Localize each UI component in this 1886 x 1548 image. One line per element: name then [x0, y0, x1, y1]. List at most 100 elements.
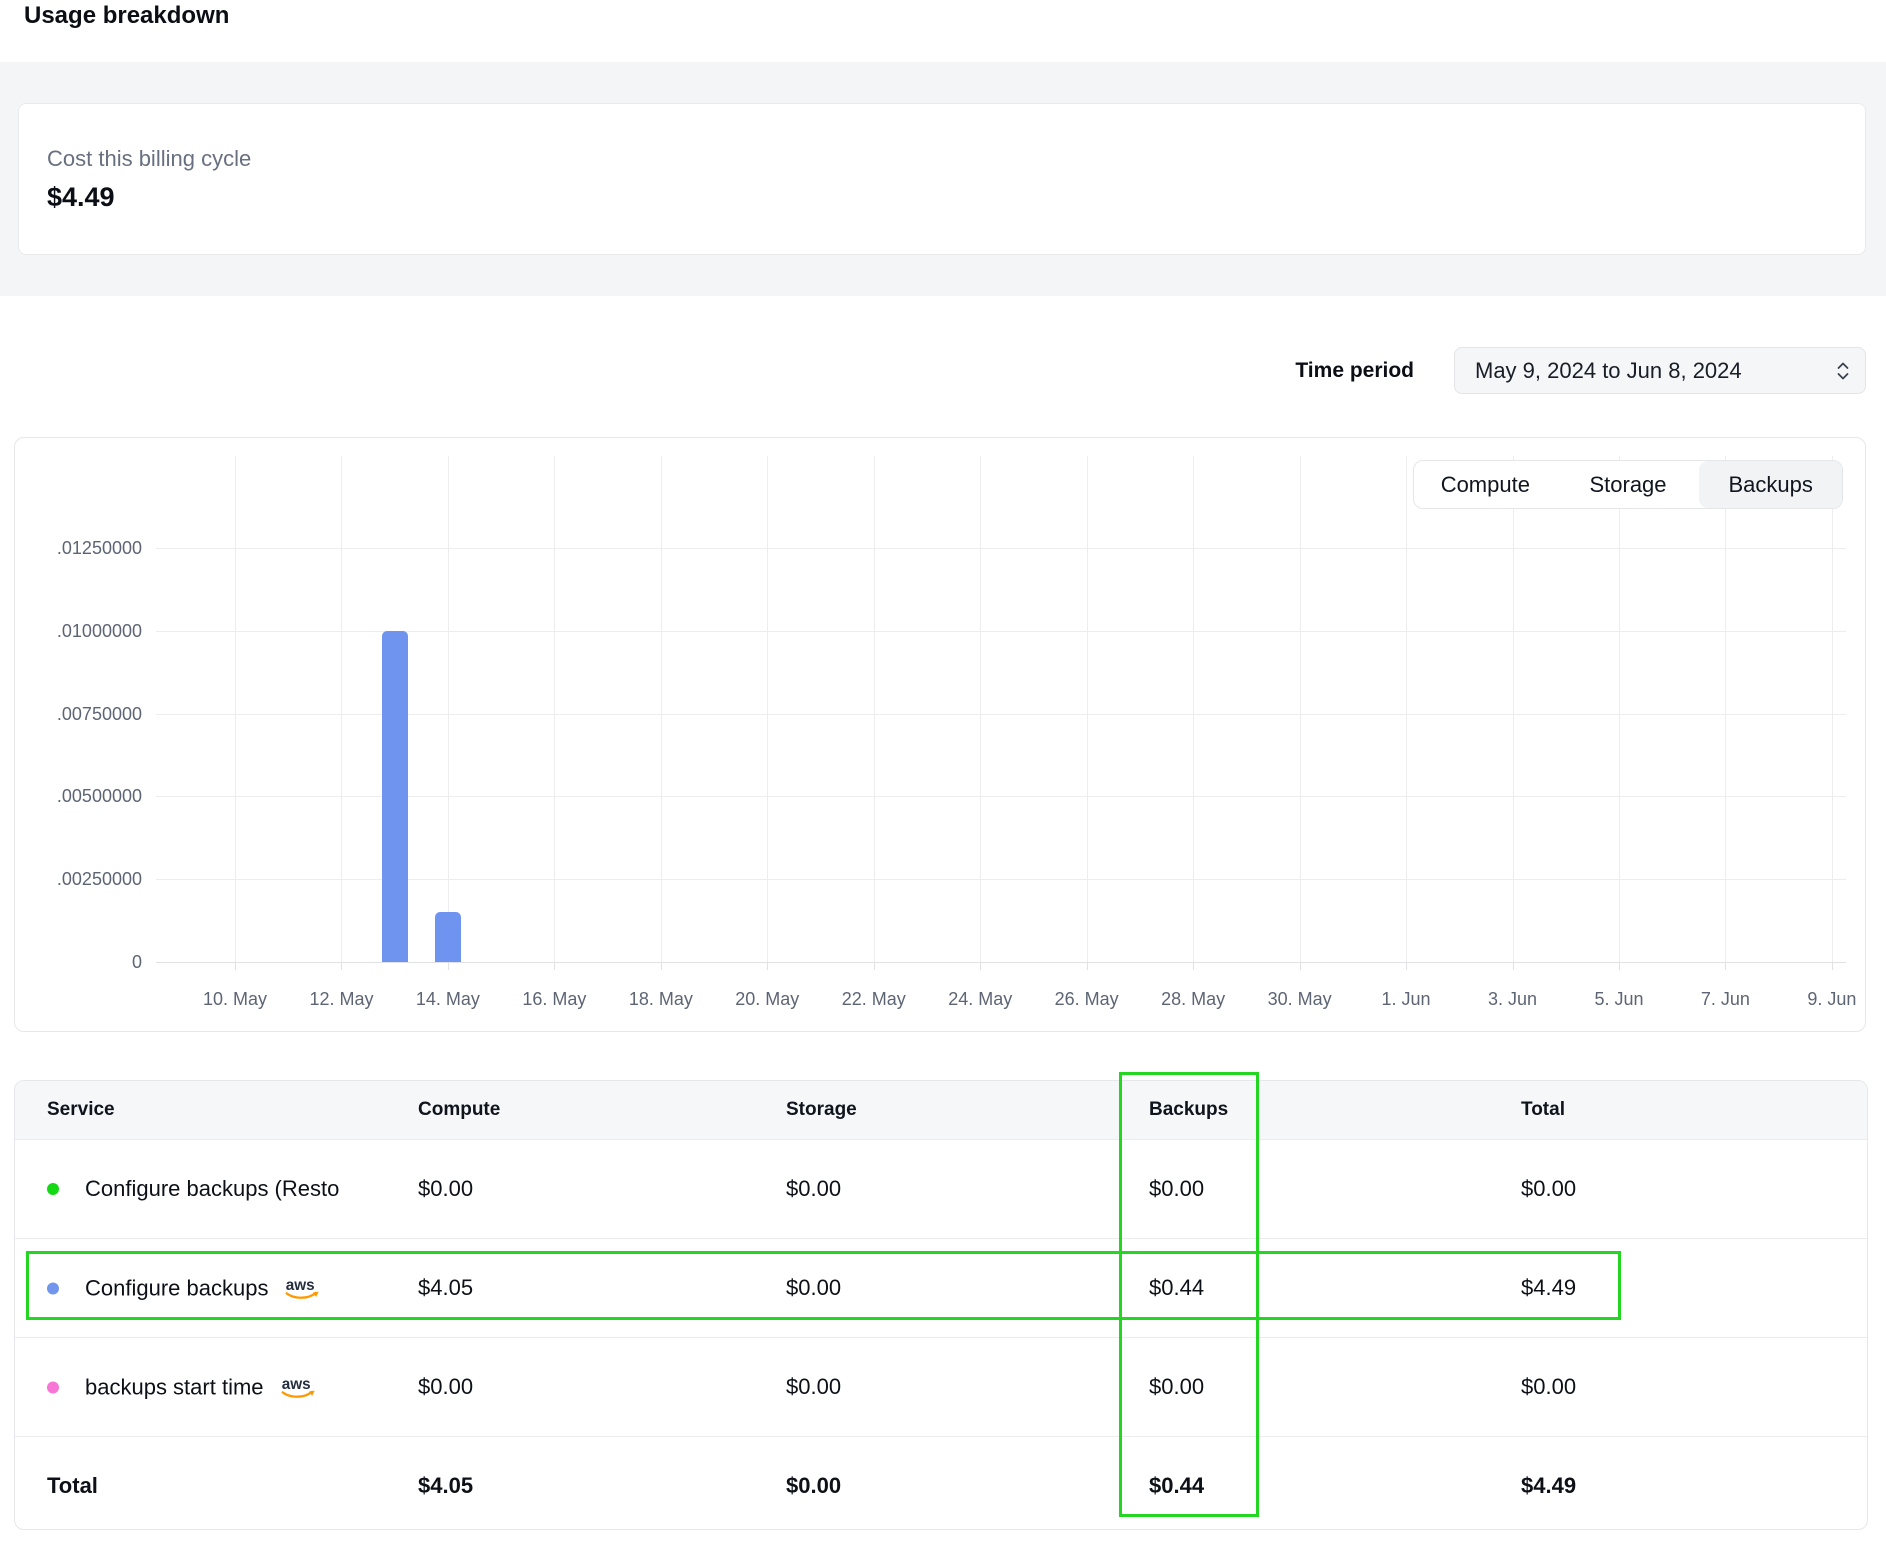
compute-cost-cell: $0.00: [418, 1374, 473, 1400]
axis-tick: [980, 962, 981, 970]
x-tick-label: 16. May: [506, 989, 602, 1010]
grand-total-cell: $4.49: [1521, 1473, 1576, 1499]
storage-cost-cell: $0.00: [786, 1374, 841, 1400]
tab-storage[interactable]: Storage: [1557, 461, 1700, 508]
x-tick-label: 9. Jun: [1784, 989, 1880, 1010]
page-title: Usage breakdown: [24, 2, 229, 30]
y-tick-label: .01000000: [26, 620, 142, 642]
gridline: [874, 456, 875, 962]
y-tick-label: .01250000: [26, 537, 142, 559]
gridline: [1087, 456, 1088, 962]
axis-tick: [767, 962, 768, 970]
total-row-label: Total: [47, 1473, 98, 1499]
table-row: backups start time aws $0.00 $0.00 $0.00…: [15, 1337, 1867, 1436]
backups-total-cell: $0.44: [1149, 1473, 1204, 1499]
tab-backups[interactable]: Backups: [1699, 461, 1842, 508]
gridline: [156, 796, 1846, 797]
svg-text:aws: aws: [286, 1277, 315, 1294]
compute-total-cell: $4.05: [418, 1473, 473, 1499]
table-row: Configure backups (Resto $0.00 $0.00 $0.…: [15, 1139, 1867, 1238]
axis-tick: [661, 962, 662, 970]
col-header-service: Service: [47, 1099, 115, 1121]
gridline: [1300, 456, 1301, 962]
compute-cost-cell: $0.00: [418, 1176, 473, 1202]
gridline: [1513, 456, 1514, 962]
gridline: [661, 456, 662, 962]
table-total-row: Total $4.05 $0.00 $0.44 $4.49: [15, 1436, 1867, 1530]
x-tick-label: 28. May: [1145, 989, 1241, 1010]
time-period-row: Time period May 9, 2024 to Jun 8, 2024: [0, 347, 1886, 394]
total-cost-cell: $4.49: [1521, 1275, 1576, 1301]
axis-tick: [1513, 962, 1514, 970]
x-tick-label: 14. May: [400, 989, 496, 1010]
usage-table: Service Compute Storage Backups Total Co…: [14, 1080, 1868, 1530]
gridline: [1406, 456, 1407, 962]
usage-chart-card: 10. May12. May14. May16. May18. May20. M…: [14, 437, 1866, 1032]
y-tick-label: .00250000: [26, 868, 142, 890]
billing-usage-page: Usage breakdown Cost this billing cycle …: [0, 0, 1886, 1548]
backups-cost-cell: $0.00: [1149, 1176, 1204, 1202]
gridline: [156, 714, 1846, 715]
gridline: [1832, 456, 1833, 962]
usage-bar-chart: 10. May12. May14. May16. May18. May20. M…: [15, 438, 1865, 1031]
time-period-select[interactable]: May 9, 2024 to Jun 8, 2024: [1454, 347, 1866, 394]
series-color-dot: [47, 1282, 59, 1294]
axis-tick: [1619, 962, 1620, 970]
svg-text:aws: aws: [281, 1376, 310, 1393]
x-tick-label: 24. May: [932, 989, 1028, 1010]
series-color-dot: [47, 1183, 59, 1195]
x-tick-label: 30. May: [1252, 989, 1348, 1010]
gridline: [554, 456, 555, 962]
col-header-backups: Backups: [1149, 1099, 1228, 1121]
y-tick-label: .00500000: [26, 785, 142, 807]
cost-summary-band: Cost this billing cycle $4.49: [0, 62, 1886, 296]
x-tick-label: 22. May: [826, 989, 922, 1010]
axis-tick: [235, 962, 236, 970]
axis-tick: [1725, 962, 1726, 970]
storage-cost-cell: $0.00: [786, 1176, 841, 1202]
time-period-label: Time period: [1295, 359, 1414, 383]
gridline: [767, 456, 768, 962]
chart-bar: [382, 631, 408, 962]
axis-tick: [1406, 962, 1407, 970]
total-cost-cell: $0.00: [1521, 1176, 1576, 1202]
backups-cost-cell: $0.00: [1149, 1374, 1204, 1400]
tab-compute[interactable]: Compute: [1414, 461, 1557, 508]
axis-tick: [1193, 962, 1194, 970]
time-period-value: May 9, 2024 to Jun 8, 2024: [1475, 358, 1742, 384]
col-header-compute: Compute: [418, 1099, 500, 1121]
total-cost-cell: $0.00: [1521, 1374, 1576, 1400]
gridline: [1725, 456, 1726, 962]
x-tick-label: 7. Jun: [1677, 989, 1773, 1010]
gridline: [235, 456, 236, 962]
gridline: [980, 456, 981, 962]
gridline: [1193, 456, 1194, 962]
table-header: Service Compute Storage Backups Total: [15, 1081, 1867, 1139]
gridline: [1619, 456, 1620, 962]
gridline: [156, 548, 1846, 549]
series-color-dot: [47, 1381, 59, 1393]
x-tick-label: 10. May: [187, 989, 283, 1010]
cost-card-value: $4.49: [47, 182, 1865, 213]
axis-tick: [874, 962, 875, 970]
gridline: [156, 879, 1846, 880]
x-tick-label: 1. Jun: [1358, 989, 1454, 1010]
chevron-updown-icon: [1835, 359, 1851, 383]
y-tick-label: 0: [26, 951, 142, 973]
gridline: [156, 631, 1846, 632]
axis-tick: [1300, 962, 1301, 970]
axis-tick: [1087, 962, 1088, 970]
cost-card-label: Cost this billing cycle: [47, 146, 1865, 172]
storage-cost-cell: $0.00: [786, 1275, 841, 1301]
gridline: [448, 456, 449, 962]
axis-tick: [448, 962, 449, 970]
service-name: Configure backups: [85, 1275, 268, 1301]
storage-total-cell: $0.00: [786, 1473, 841, 1499]
backups-cost-cell: $0.44: [1149, 1275, 1204, 1301]
axis-tick: [554, 962, 555, 970]
aws-icon: aws: [278, 1374, 318, 1401]
x-tick-label: 3. Jun: [1465, 989, 1561, 1010]
table-row: Configure backups aws $4.05 $0.00 $0.44 …: [15, 1238, 1867, 1337]
x-tick-label: 18. May: [613, 989, 709, 1010]
chart-bar: [435, 912, 461, 962]
